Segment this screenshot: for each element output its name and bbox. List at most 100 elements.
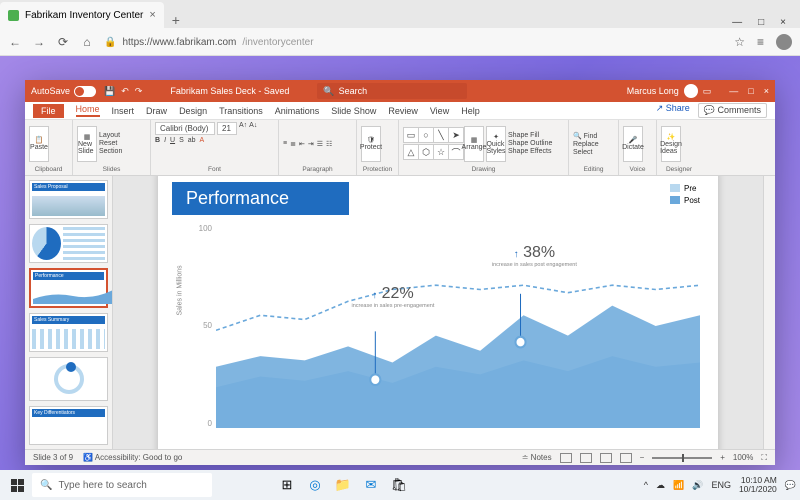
design-ideas-button[interactable]: ✨Design Ideas <box>661 126 681 162</box>
slide-thumb-2[interactable] <box>29 224 108 263</box>
vertical-scrollbar[interactable] <box>763 176 775 449</box>
shape-star-icon[interactable]: ☆ <box>433 144 449 160</box>
font-name-select[interactable]: Calibri (Body) <box>155 122 215 135</box>
shape-rect-icon[interactable]: ▭ <box>403 127 419 143</box>
shape-line-icon[interactable]: ╲ <box>433 127 449 143</box>
layout-button[interactable]: Layout <box>99 132 122 139</box>
redo-icon[interactable]: ↷ <box>135 86 143 97</box>
italic-icon[interactable]: I <box>164 137 166 144</box>
menu-help[interactable]: Help <box>461 106 480 116</box>
volume-icon[interactable]: 🔊 <box>692 480 703 491</box>
bold-icon[interactable]: B <box>155 137 160 144</box>
select-button[interactable]: Select <box>573 149 599 156</box>
shape-circle-icon[interactable]: ○ <box>418 127 434 143</box>
slideshow-view-icon[interactable] <box>620 453 632 463</box>
slide-thumb-1[interactable]: Sales Proposal <box>29 180 108 219</box>
store-icon[interactable]: 🛍 <box>386 472 412 498</box>
reading-view-icon[interactable] <box>600 453 612 463</box>
shape-outline-button[interactable]: Shape Outline <box>508 140 552 147</box>
paste-button[interactable]: 📋Paste <box>29 126 49 162</box>
zoom-in-icon[interactable]: + <box>720 453 725 462</box>
address-bar[interactable]: 🔒 https://www.fabrikam.com/inventorycent… <box>104 37 724 48</box>
zoom-level[interactable]: 100% <box>733 453 753 462</box>
slide-canvas[interactable]: Performance Pre Post Sales in Millions 1… <box>158 176 718 449</box>
fit-window-icon[interactable]: ⛶ <box>761 453 767 463</box>
shapes-gallery[interactable]: ▭○╲➤ △⬡☆⌒ <box>403 127 462 160</box>
bullets-icon[interactable]: ≡ <box>283 140 287 147</box>
home-icon[interactable]: ⌂ <box>80 35 94 49</box>
autosave-toggle[interactable]: AutoSave <box>31 86 96 97</box>
slide-thumb-3[interactable]: Performance <box>29 268 108 307</box>
font-size-select[interactable]: 21 <box>217 122 237 135</box>
dictate-button[interactable]: 🎤Dictate <box>623 126 643 162</box>
find-button[interactable]: 🔍 Find <box>573 132 599 140</box>
normal-view-icon[interactable] <box>560 453 572 463</box>
replace-button[interactable]: Replace <box>573 141 599 148</box>
new-tab-button[interactable]: + <box>164 12 188 28</box>
user-avatar-icon[interactable] <box>684 84 698 98</box>
app-minimize-icon[interactable]: — <box>729 86 738 96</box>
align-left-icon[interactable]: ☰ <box>317 140 323 148</box>
mail-icon[interactable]: ✉ <box>358 472 384 498</box>
back-icon[interactable]: ← <box>8 35 22 49</box>
favorite-icon[interactable]: ☆ <box>734 35 745 49</box>
font-color-icon[interactable]: A <box>200 137 205 144</box>
action-center-icon[interactable]: 💬 <box>785 480 796 491</box>
shadow-icon[interactable]: ab <box>188 137 196 144</box>
undo-icon[interactable]: ↶ <box>121 86 129 97</box>
menu-slideshow[interactable]: Slide Show <box>331 106 376 116</box>
comments-button[interactable]: 💬 Comments <box>698 103 767 118</box>
language-icon[interactable]: ENG <box>711 480 731 490</box>
profile-avatar[interactable] <box>776 34 792 50</box>
reset-button[interactable]: Reset <box>99 140 122 147</box>
refresh-icon[interactable]: ⟳ <box>56 35 70 49</box>
shape-effects-button[interactable]: Shape Effects <box>508 148 552 155</box>
menu-insert[interactable]: Insert <box>112 106 135 116</box>
app-maximize-icon[interactable]: □ <box>748 86 753 96</box>
menu-transitions[interactable]: Transitions <box>219 106 263 116</box>
forward-icon[interactable]: → <box>32 35 46 49</box>
shape-fill-button[interactable]: Shape Fill <box>508 132 552 139</box>
tray-chevron-icon[interactable]: ^ <box>644 480 648 490</box>
menu-animations[interactable]: Animations <box>275 106 320 116</box>
minimize-icon[interactable]: — <box>732 17 742 28</box>
maximize-icon[interactable]: □ <box>758 17 764 28</box>
zoom-out-icon[interactable]: − <box>640 453 645 462</box>
menu-file[interactable]: File <box>33 104 64 118</box>
save-icon[interactable]: 💾 <box>104 86 115 97</box>
shrink-font-icon[interactable]: A↓ <box>249 122 257 135</box>
indent-right-icon[interactable]: ⇥ <box>308 140 314 148</box>
taskbar-search[interactable]: 🔍Type here to search <box>32 473 212 497</box>
task-view-icon[interactable]: ⊞ <box>274 472 300 498</box>
quick-styles-button[interactable]: ✦Quick Styles <box>486 126 506 162</box>
new-slide-button[interactable]: ▦New Slide <box>77 126 97 162</box>
menu-draw[interactable]: Draw <box>146 106 167 116</box>
grow-font-icon[interactable]: A↑ <box>239 122 247 135</box>
slide-thumb-4[interactable]: Sales Summary <box>29 313 108 352</box>
align-center-icon[interactable]: ☷ <box>326 140 332 148</box>
shape-hex-icon[interactable]: ⬡ <box>418 144 434 160</box>
onedrive-icon[interactable]: ☁ <box>656 480 665 491</box>
close-icon[interactable]: × <box>780 17 786 28</box>
menu-design[interactable]: Design <box>179 106 207 116</box>
edge-icon[interactable]: ◎ <box>302 472 328 498</box>
menu-home[interactable]: Home <box>76 104 100 117</box>
clock[interactable]: 10:10 AM 10/1/2020 <box>739 476 777 495</box>
strike-icon[interactable]: S <box>179 137 184 144</box>
section-button[interactable]: Section <box>99 148 122 155</box>
tab-close-icon[interactable]: × <box>149 9 155 21</box>
slide-thumb-5[interactable] <box>29 357 108 401</box>
protect-button[interactable]: 🛡Protect <box>361 126 381 162</box>
start-button[interactable] <box>4 472 30 498</box>
underline-icon[interactable]: U <box>170 137 175 144</box>
arrange-button[interactable]: ▦Arrange <box>464 126 484 162</box>
reading-list-icon[interactable]: ≡ <box>757 35 764 49</box>
explorer-icon[interactable]: 📁 <box>330 472 356 498</box>
search-input[interactable]: 🔍 Search <box>317 83 467 99</box>
menu-view[interactable]: View <box>430 106 449 116</box>
shape-arrow-icon[interactable]: ➤ <box>448 127 464 143</box>
network-icon[interactable]: 📶 <box>673 480 684 491</box>
accessibility-status[interactable]: ♿ Accessibility: Good to go <box>83 453 182 462</box>
numbering-icon[interactable]: ≣ <box>290 140 296 148</box>
notes-button[interactable]: ≐ Notes <box>522 453 552 462</box>
